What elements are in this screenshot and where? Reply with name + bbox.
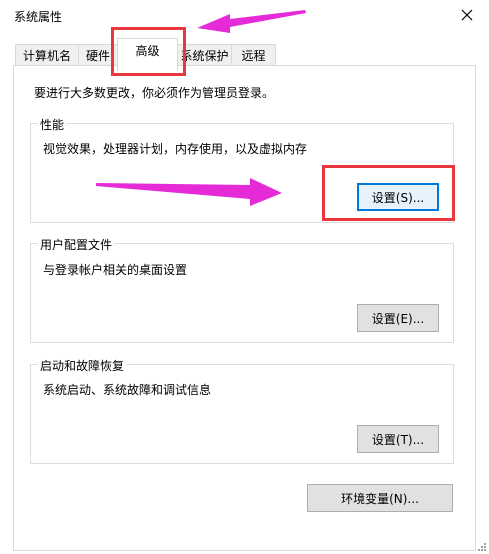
close-button[interactable] [445,0,489,30]
tab-system-protection[interactable]: 系统保护 [177,44,232,66]
admin-note: 要进行大多数更改，你必须作为管理员登录。 [34,86,275,100]
tab-remote[interactable]: 远程 [231,44,276,66]
system-properties-window: 系统属性 计算机名 硬件 高级 系统保护 远程 要进行大多数更改，你必须作为管理… [0,0,489,554]
title-bar: 系统属性 [0,0,489,30]
user-profiles-group-title: 用户配置文件 [38,236,115,253]
tab-hardware[interactable]: 硬件 [78,44,118,66]
performance-group-title: 性能 [38,116,67,133]
user-profiles-description: 与登录帐户相关的桌面设置 [43,263,188,277]
performance-description: 视觉效果，处理器计划，内存使用，以及虚拟内存 [43,142,308,156]
tab-advanced[interactable]: 高级 [117,38,178,71]
window-title: 系统属性 [14,10,63,24]
startup-recovery-settings-button[interactable]: 设置(T)... [357,425,439,453]
startup-recovery-description: 系统启动、系统故障和调试信息 [43,383,212,397]
startup-recovery-group-title: 启动和故障恢复 [38,357,127,374]
resize-grip-icon[interactable] [477,542,487,552]
user-profiles-settings-button[interactable]: 设置(E)... [357,304,439,332]
environment-variables-button[interactable]: 环境变量(N)... [307,484,453,512]
performance-settings-button[interactable]: 设置(S)... [357,183,439,211]
tab-computer-name[interactable]: 计算机名 [15,44,79,66]
close-icon [461,9,473,21]
